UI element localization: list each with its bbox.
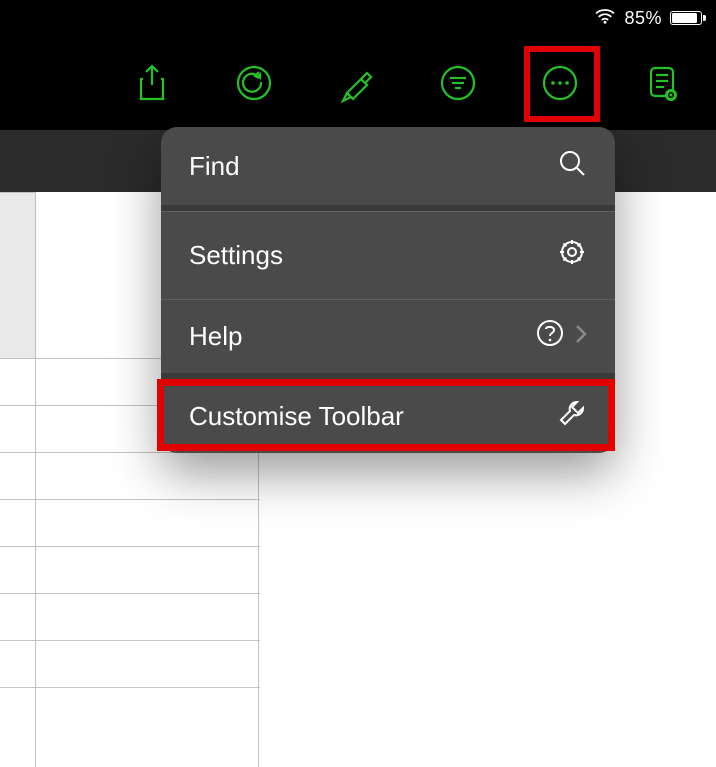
menu-item-label: Help	[189, 321, 242, 352]
gear-icon	[557, 237, 587, 274]
menu-item-customise-toolbar[interactable]: Customise Toolbar	[161, 379, 615, 453]
battery-icon	[670, 11, 702, 25]
menu-item-settings[interactable]: Settings	[161, 211, 615, 299]
collaboration-button[interactable]	[640, 61, 684, 105]
filter-button[interactable]	[436, 61, 480, 105]
search-icon	[557, 148, 587, 185]
status-bar: 85%	[0, 0, 716, 36]
share-button[interactable]	[130, 61, 174, 105]
wrench-icon	[557, 398, 587, 435]
menu-item-find[interactable]: Find	[161, 127, 615, 205]
more-button[interactable]	[538, 61, 582, 105]
more-popover: Find Settings Help	[161, 127, 615, 453]
battery-percent: 85%	[624, 8, 662, 29]
row-header-column	[0, 192, 36, 358]
toolbar	[0, 36, 716, 130]
format-brush-button[interactable]	[334, 61, 378, 105]
chevron-right-icon	[575, 324, 587, 350]
undo-button[interactable]	[232, 61, 276, 105]
wifi-icon	[594, 8, 616, 29]
menu-item-label: Find	[189, 151, 240, 182]
menu-item-help[interactable]: Help	[161, 299, 615, 373]
menu-item-label: Customise Toolbar	[189, 401, 404, 432]
menu-item-label: Settings	[189, 240, 283, 271]
question-icon	[535, 318, 565, 355]
